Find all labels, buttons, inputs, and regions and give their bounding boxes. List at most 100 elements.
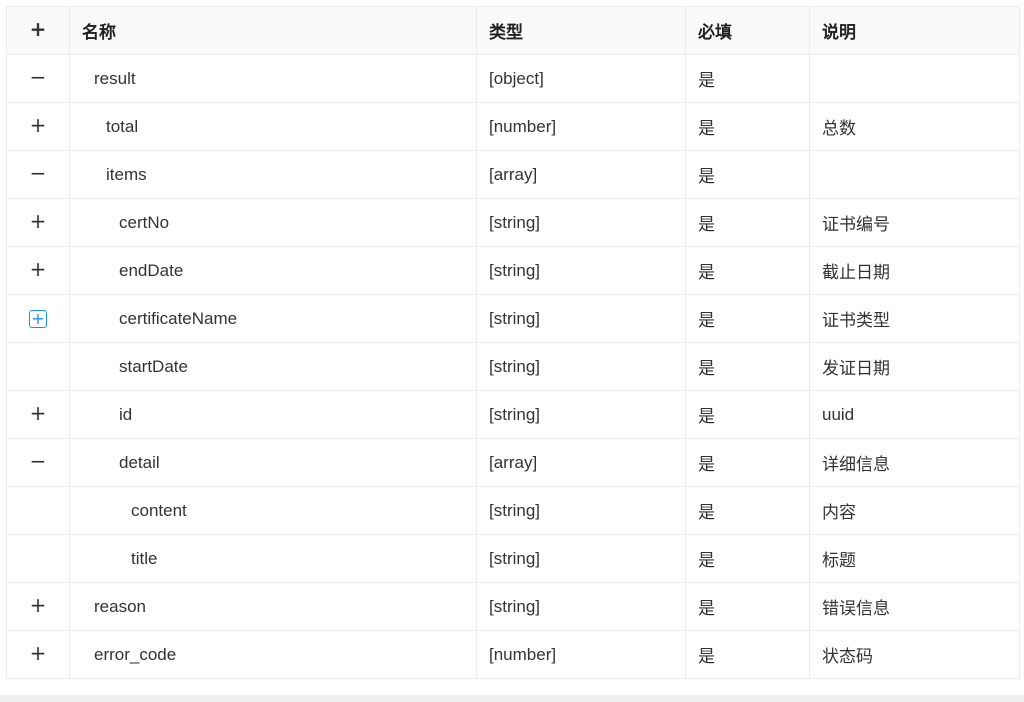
field-required: 是 xyxy=(685,390,810,439)
field-type: [string] xyxy=(476,342,686,391)
field-type: [number] xyxy=(476,102,686,151)
field-required: 是 xyxy=(685,534,810,583)
expand-icon[interactable]: + xyxy=(29,403,47,423)
table-row: − detail [array] 是 详细信息 xyxy=(6,438,1020,487)
table-row: + id [string] 是 uuid xyxy=(6,390,1020,439)
params-table-container: + 名称 类型 必填 说明 − result [object] 是 + tota… xyxy=(6,6,1020,679)
field-required: 是 xyxy=(685,150,810,199)
field-description: 详细信息 xyxy=(809,438,1020,487)
field-required: 是 xyxy=(685,438,810,487)
row-toggle-cell[interactable]: + xyxy=(6,198,70,247)
field-type: [string] xyxy=(476,390,686,439)
expand-icon[interactable]: + xyxy=(29,115,47,135)
table-row: content [string] 是 内容 xyxy=(6,486,1020,535)
expand-all-icon[interactable]: + xyxy=(29,19,47,39)
field-name: startDate xyxy=(69,342,477,391)
row-toggle-cell[interactable]: + xyxy=(6,630,70,679)
row-toggle-cell-empty xyxy=(6,534,70,583)
row-toggle-cell[interactable]: − xyxy=(6,54,70,103)
bottom-divider xyxy=(0,695,1024,702)
field-description: uuid xyxy=(809,390,1020,439)
field-required: 是 xyxy=(685,246,810,295)
table-header-row: + 名称 类型 必填 说明 xyxy=(6,6,1020,55)
field-name: certificateName xyxy=(69,294,477,343)
field-required: 是 xyxy=(685,486,810,535)
toggle-placeholder xyxy=(29,355,47,373)
header-description: 说明 xyxy=(809,6,1020,55)
row-toggle-cell[interactable]: + xyxy=(6,294,70,343)
field-type: [number] xyxy=(476,630,686,679)
field-name: id xyxy=(69,390,477,439)
field-required: 是 xyxy=(685,630,810,679)
collapse-icon[interactable]: − xyxy=(29,451,47,471)
field-name: certNo xyxy=(69,198,477,247)
field-type: [string] xyxy=(476,198,686,247)
collapse-icon[interactable]: − xyxy=(29,163,47,183)
field-name: error_code xyxy=(69,630,477,679)
expand-icon[interactable]: + xyxy=(29,595,47,615)
row-toggle-cell[interactable]: + xyxy=(6,102,70,151)
field-required: 是 xyxy=(685,54,810,103)
expand-icon[interactable]: + xyxy=(29,643,47,663)
field-description: 内容 xyxy=(809,486,1020,535)
collapse-icon[interactable]: − xyxy=(29,67,47,87)
table-row: + total [number] 是 总数 xyxy=(6,102,1020,151)
toggle-placeholder xyxy=(29,499,47,517)
field-type: [array] xyxy=(476,438,686,487)
field-description: 截止日期 xyxy=(809,246,1020,295)
table-row: + error_code [number] 是 状态码 xyxy=(6,630,1020,679)
field-name: result xyxy=(69,54,477,103)
row-toggle-cell[interactable]: + xyxy=(6,582,70,631)
row-toggle-cell[interactable]: + xyxy=(6,246,70,295)
table-row: + certificateName [string] 是 证书类型 xyxy=(6,294,1020,343)
expand-all-cell[interactable]: + xyxy=(6,6,70,55)
expand-icon[interactable]: + xyxy=(29,211,47,231)
expand-icon[interactable]: + xyxy=(29,309,47,328)
header-required: 必填 xyxy=(685,6,810,55)
expand-icon[interactable]: + xyxy=(29,259,47,279)
field-name: content xyxy=(69,486,477,535)
field-required: 是 xyxy=(685,582,810,631)
field-type: [string] xyxy=(476,294,686,343)
field-description: 总数 xyxy=(809,102,1020,151)
field-type: [string] xyxy=(476,582,686,631)
field-description: 标题 xyxy=(809,534,1020,583)
field-required: 是 xyxy=(685,342,810,391)
field-name: total xyxy=(69,102,477,151)
header-type: 类型 xyxy=(476,6,686,55)
field-type: [string] xyxy=(476,246,686,295)
field-required: 是 xyxy=(685,102,810,151)
table-row: title [string] 是 标题 xyxy=(6,534,1020,583)
row-toggle-cell[interactable]: − xyxy=(6,438,70,487)
table-row: + endDate [string] 是 截止日期 xyxy=(6,246,1020,295)
table-row: startDate [string] 是 发证日期 xyxy=(6,342,1020,391)
field-name: items xyxy=(69,150,477,199)
field-type: [object] xyxy=(476,54,686,103)
row-toggle-cell[interactable]: − xyxy=(6,150,70,199)
params-table: + 名称 类型 必填 说明 − result [object] 是 + tota… xyxy=(6,6,1020,679)
field-name: reason xyxy=(69,582,477,631)
field-type: [string] xyxy=(476,486,686,535)
table-row: + reason [string] 是 错误信息 xyxy=(6,582,1020,631)
row-toggle-cell-empty xyxy=(6,342,70,391)
field-description: 状态码 xyxy=(809,630,1020,679)
field-description xyxy=(809,150,1020,199)
field-description xyxy=(809,54,1020,103)
header-name: 名称 xyxy=(69,6,477,55)
table-row: − items [array] 是 xyxy=(6,150,1020,199)
field-type: [array] xyxy=(476,150,686,199)
field-description: 发证日期 xyxy=(809,342,1020,391)
row-toggle-cell-empty xyxy=(6,486,70,535)
field-description: 错误信息 xyxy=(809,582,1020,631)
field-description: 证书编号 xyxy=(809,198,1020,247)
field-name: detail xyxy=(69,438,477,487)
table-row: − result [object] 是 xyxy=(6,54,1020,103)
field-description: 证书类型 xyxy=(809,294,1020,343)
row-toggle-cell[interactable]: + xyxy=(6,390,70,439)
field-name: title xyxy=(69,534,477,583)
field-name: endDate xyxy=(69,246,477,295)
table-row: + certNo [string] 是 证书编号 xyxy=(6,198,1020,247)
field-required: 是 xyxy=(685,294,810,343)
toggle-placeholder xyxy=(29,547,47,565)
field-required: 是 xyxy=(685,198,810,247)
